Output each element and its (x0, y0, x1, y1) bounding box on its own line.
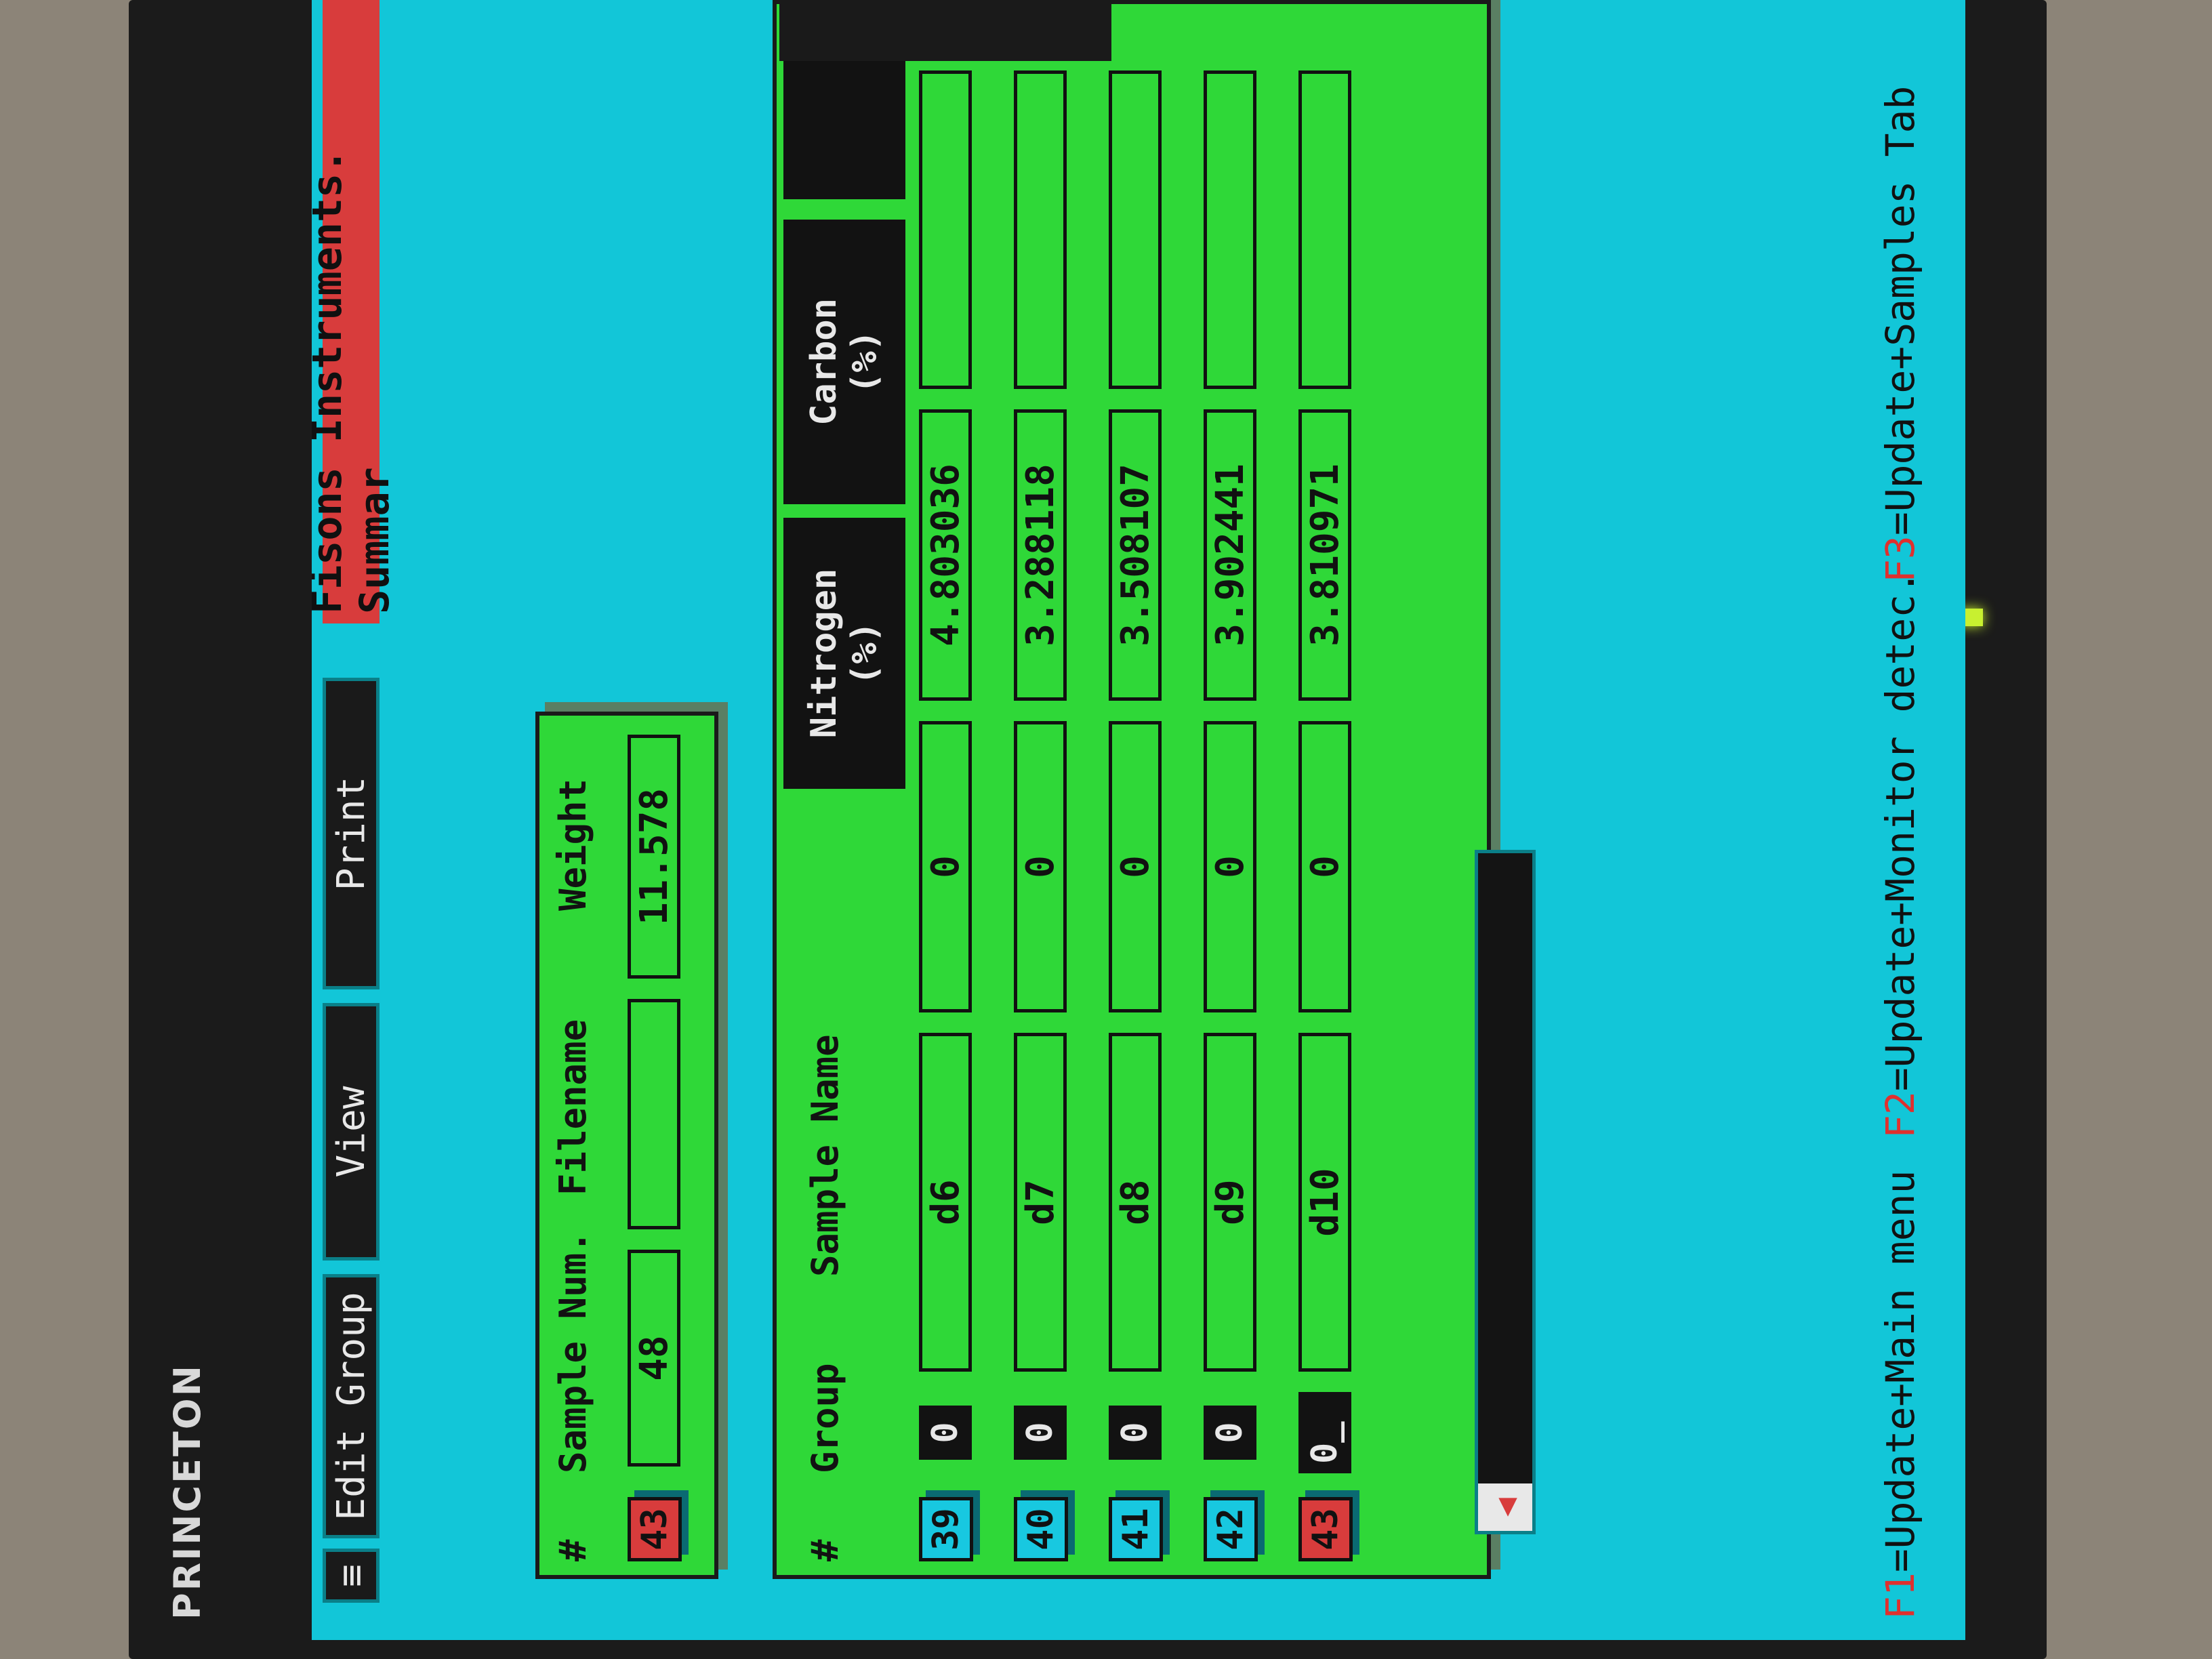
f1-hint[interactable]: F1=Update+Main menu (1877, 1170, 1923, 1620)
group-cell[interactable]: 0 (1014, 1406, 1067, 1460)
row-index-badge-current: 43 (1298, 1497, 1353, 1561)
f2-key-label: F2 (1877, 1091, 1923, 1139)
monitor-brand-logo: PRINCETON (166, 1364, 209, 1620)
application-window: ≡ Edit Group View Print Fisons Instrumen… (312, 0, 1965, 1640)
row-index-badge: 40 (1014, 1497, 1068, 1561)
menu-view[interactable]: View (323, 1003, 380, 1261)
group-cell-active[interactable]: 0_ (1298, 1392, 1351, 1473)
group-header: Group (804, 1363, 846, 1473)
carbon-cell[interactable]: 3.508107 (1109, 409, 1162, 701)
sample-hash-header: # (552, 1539, 594, 1561)
title-banner: Fisons Instruments. Summar (312, 0, 398, 623)
row-index-badge: 42 (1204, 1497, 1258, 1561)
weight-header: Weight (552, 778, 594, 911)
dos-screen: ≡ Edit Group View Print Fisons Instrumen… (312, 0, 1965, 1640)
sample-info-panel: # Sample Num. Filename Weight 43 48 11.5… (535, 712, 718, 1579)
horizontal-scrollbar[interactable]: ◀ (1475, 850, 1536, 1534)
nitrogen-cell[interactable]: 0 (1298, 721, 1351, 1012)
sample-name-cell[interactable]: d8 (1109, 1033, 1162, 1372)
menu-edit-group[interactable]: Edit Group (323, 1274, 380, 1538)
f2-hint[interactable]: F2=Update+Monitor detec. (1877, 571, 1923, 1139)
f3-hint-text: =Update+Samples Tab (1877, 85, 1923, 536)
nitrogen-cell[interactable]: 0 (1204, 721, 1256, 1012)
f1-key-label: F1 (1877, 1572, 1923, 1620)
sample-index-badge: 43 (628, 1497, 682, 1561)
extra-cell[interactable] (1204, 70, 1256, 389)
group-cell[interactable]: 0 (1109, 1406, 1162, 1460)
menu-bar: ≡ Edit Group View Print Fisons Instrumen… (312, 0, 398, 1640)
sample-num-header: Sample Num. (552, 1231, 594, 1473)
filename-header: Filename (552, 1019, 594, 1195)
f1-hint-text: =Update+Main menu (1877, 1170, 1923, 1573)
weight-field[interactable]: 11.578 (628, 735, 680, 979)
nitrogen-unit-label: (%) (844, 621, 885, 685)
carbon-cell[interactable]: 3.902441 (1204, 409, 1256, 701)
nitrogen-cell[interactable]: 0 (1014, 721, 1067, 1012)
sample-name-cell[interactable]: d10 (1298, 1033, 1351, 1372)
carbon-unit-label: (%) (844, 330, 885, 394)
carbon-cell[interactable]: 3.288118 (1014, 409, 1067, 701)
group-cell[interactable]: 0 (1204, 1406, 1256, 1460)
nitrogen-cell[interactable]: 0 (919, 721, 972, 1012)
extra-cell[interactable] (1298, 70, 1351, 389)
extra-cell[interactable] (1109, 70, 1162, 389)
nitrogen-column-header: Nitrogen (%) (783, 518, 905, 789)
group-cell[interactable]: 0 (919, 1406, 972, 1460)
sample-name-cell[interactable]: d6 (919, 1033, 972, 1372)
sample-name-cell[interactable]: d7 (1014, 1033, 1067, 1372)
system-menu-button[interactable]: ≡ (323, 1549, 380, 1603)
sample-name-cell[interactable]: d9 (1204, 1033, 1256, 1372)
carbon-header-label: Carbon (804, 298, 844, 426)
status-bar: F1=Update+Main menu F2=Update+Monitor de… (1864, 0, 1945, 1640)
carbon-column-header: Carbon (%) (783, 220, 905, 504)
sample-name-header: Sample Name (804, 1034, 846, 1277)
row-index-badge: 39 (919, 1497, 973, 1561)
carbon-cell[interactable]: 4.803036 (919, 409, 972, 701)
table-hash-header: # (804, 1539, 846, 1561)
vertical-scrollbar[interactable] (779, 0, 1111, 61)
row-index-badge: 41 (1109, 1497, 1163, 1561)
f3-hint[interactable]: F3=Update+Samples Tab (1877, 86, 1923, 583)
results-table-panel: # Group Sample Name Nitrogen (%) Carbon … (773, 0, 1536, 1579)
f3-key-label: F3 (1877, 535, 1923, 583)
nitrogen-cell[interactable]: 0 (1109, 721, 1162, 1012)
menu-print[interactable]: Print (323, 678, 380, 989)
scroll-left-arrow-icon[interactable]: ◀ (1478, 1483, 1532, 1531)
f2-hint-text: =Update+Monitor detec. (1877, 570, 1923, 1092)
extra-cell[interactable] (1014, 70, 1067, 389)
extra-cell[interactable] (919, 70, 972, 389)
nitrogen-header-label: Nitrogen (804, 568, 844, 739)
filename-field[interactable] (628, 999, 680, 1229)
carbon-cell[interactable]: 3.810971 (1298, 409, 1351, 701)
sample-num-field[interactable]: 48 (628, 1250, 680, 1467)
